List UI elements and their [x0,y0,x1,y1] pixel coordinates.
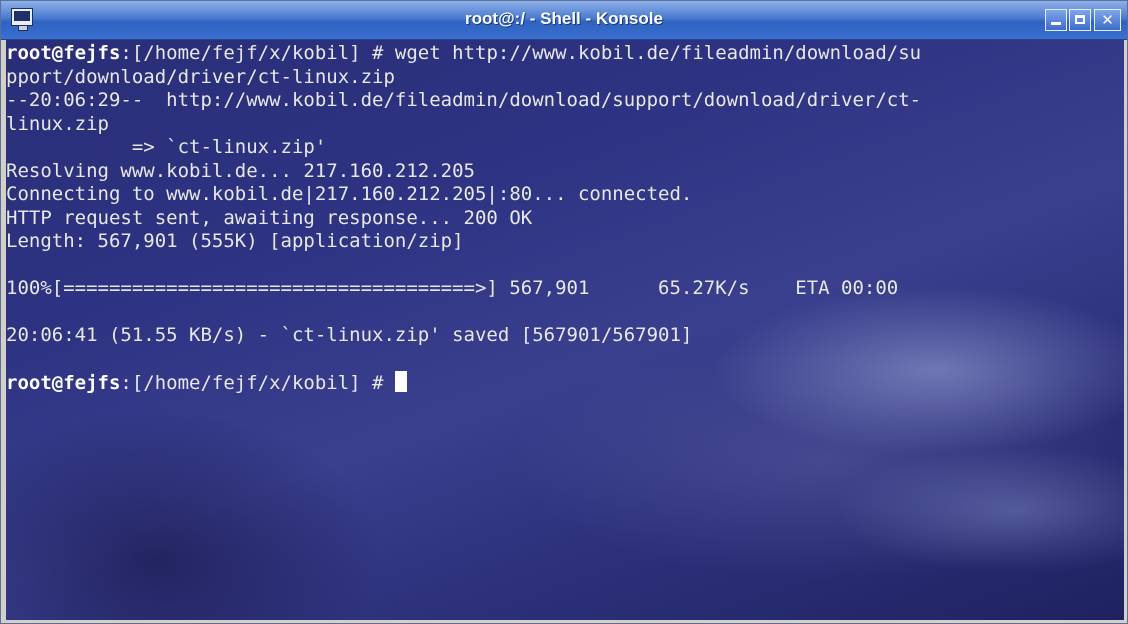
output-text: --20:06:29-- http://www.kobil.de/fileadm… [6,89,922,111]
prompt-line: root@fejfs:[/home/fejf/x/kobil] # [6,371,921,395]
output-text: Connecting to www.kobil.de|217.160.212.2… [6,183,693,205]
maximize-button[interactable] [1069,9,1091,31]
output-text: 100%[===================================… [6,277,899,299]
close-button[interactable]: ✕ [1094,9,1121,31]
output-line: --20:06:29-- http://www.kobil.de/fileadm… [6,89,921,113]
close-icon: ✕ [1101,11,1114,29]
output-line: linux.zip [6,113,921,137]
minimize-icon [1051,22,1061,25]
prompt-user-host: root@fejfs [6,42,121,64]
text-cursor [394,371,407,392]
terminal-output[interactable]: root@fejfs:[/home/fejf/x/kobil] # wget h… [6,40,1124,620]
output-text: 20:06:41 (51.55 KB/s) - `ct-linux.zip' s… [6,324,693,346]
window-title: root@:/ - Shell - Konsole [465,9,663,28]
terminal-lines: root@fejfs:[/home/fejf/x/kobil] # wget h… [6,42,921,395]
output-line: Connecting to www.kobil.de|217.160.212.2… [6,183,921,207]
output-text: pport/download/driver/ct-linux.zip [6,65,395,88]
minimize-button[interactable] [1045,9,1067,31]
konsole-window: root@:/ - Shell - Konsole ✕ root@fejfs:[… [0,0,1128,624]
maximize-icon [1075,15,1085,24]
command-text: :[/home/fejf/x/kobil] # [120,372,395,394]
output-text: => `ct-linux.zip' [6,136,327,158]
output-line: => `ct-linux.zip' [6,136,921,160]
output-text: Resolving www.kobil.de... 217.160.212.20… [6,159,475,182]
output-line: HTTP request sent, awaiting response... … [6,207,921,231]
title-bar[interactable]: root@:/ - Shell - Konsole ✕ [1,1,1127,40]
output-line: 20:06:41 (51.55 KB/s) - `ct-linux.zip' s… [6,324,921,348]
prompt-line: root@fejfs:[/home/fejf/x/kobil] # wget h… [6,42,921,66]
output-line: Resolving www.kobil.de... 217.160.212.20… [6,160,921,184]
output-line: pport/download/driver/ct-linux.zip [6,66,921,90]
output-text: HTTP request sent, awaiting response... … [6,206,533,229]
output-text: Length: 567,901 (555K) [application/zip] [6,230,464,252]
prompt-user-host: root@fejfs [6,372,121,394]
output-text: linux.zip [6,112,109,135]
command-text: :[/home/fejf/x/kobil] # wget http://www.… [120,42,922,64]
output-line: Length: 567,901 (555K) [application/zip] [6,230,921,254]
output-line: 100%[===================================… [6,277,921,301]
